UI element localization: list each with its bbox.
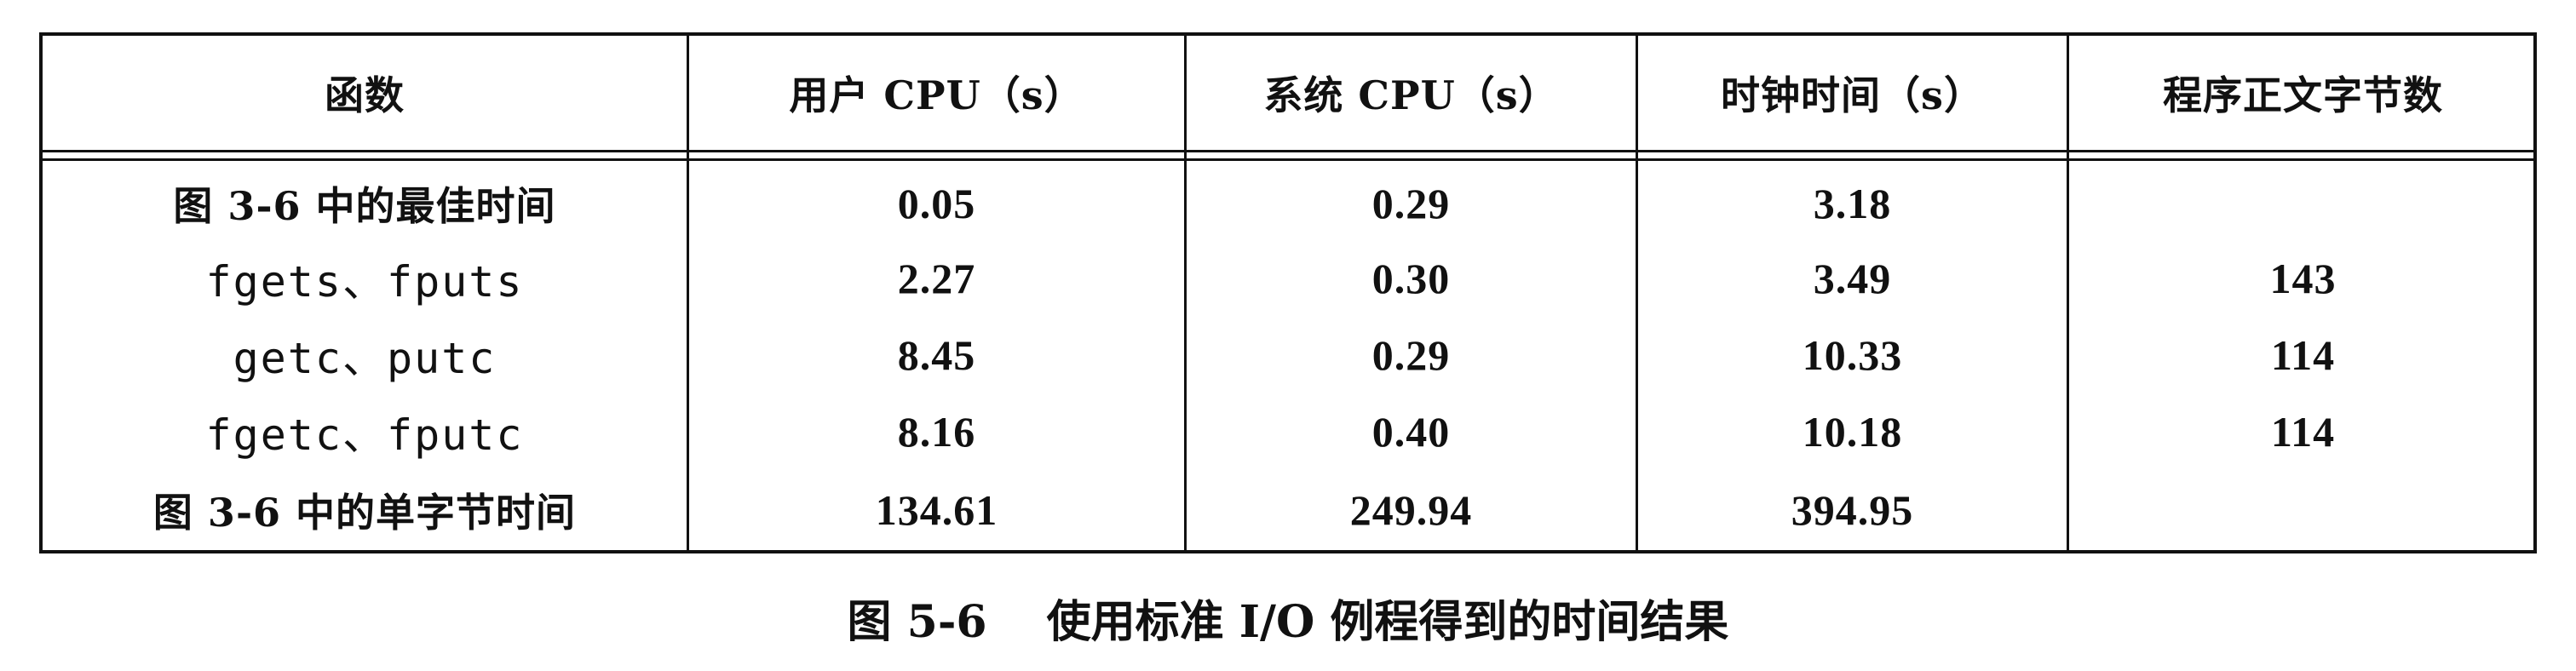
table-row-function: getc、putc — [233, 334, 497, 383]
table-row-system-cpu: 0.30 — [1371, 255, 1451, 302]
header-user-cpu: 用户 CPU（s） — [789, 72, 1084, 118]
table-row-user-cpu: 0.05 — [897, 180, 976, 227]
table-row-clock-time: 3.49 — [1813, 255, 1892, 302]
table-row-text-bytes — [2069, 167, 2537, 240]
table-row-text-bytes — [2069, 470, 2537, 550]
header-rule-bottom — [43, 158, 2533, 161]
header-clock-time: 时钟时间（s） — [1721, 72, 1984, 118]
figure-caption-text: 使用标准 I/O 例程得到的时间结果 — [1046, 595, 1729, 648]
table-row-clock-time: 10.33 — [1802, 331, 1903, 379]
table-row-system-cpu: 0.40 — [1371, 408, 1451, 456]
table-row-user-cpu: 8.45 — [897, 331, 976, 379]
figure-number: 图 5-6 — [847, 595, 987, 648]
table-row-clock-time: 10.18 — [1802, 408, 1903, 456]
table-row-text-bytes: 143 — [2269, 255, 2337, 302]
table-row-user-cpu: 2.27 — [897, 255, 976, 302]
table-row-system-cpu: 249.94 — [1349, 486, 1473, 534]
table-row-clock-time: 394.95 — [1791, 486, 1914, 534]
table-row-function: fgets、fputs — [205, 257, 524, 307]
table-row-function: 图 3-6 中的单字节时间 — [152, 490, 577, 536]
table-row-system-cpu: 0.29 — [1371, 331, 1451, 379]
table-row-user-cpu: 8.16 — [897, 408, 976, 456]
table-row-user-cpu: 134.61 — [875, 486, 998, 534]
table-row-clock-time: 3.18 — [1813, 180, 1892, 227]
table-row-system-cpu: 0.29 — [1371, 180, 1451, 227]
table-row-text-bytes: 114 — [2270, 331, 2336, 379]
timing-results-table: 函数 用户 CPU（s） 系统 CPU（s） 时钟时间（s） 程序正文字节数 图… — [39, 32, 2537, 553]
header-system-cpu: 系统 CPU（s） — [1263, 72, 1559, 118]
header-rule-top — [43, 150, 2533, 152]
figure-caption: 图 5-6 使用标准 I/O 例程得到的时间结果 — [0, 588, 2576, 648]
header-function: 函数 — [325, 72, 405, 118]
table-row-function: 图 3-6 中的最佳时间 — [173, 183, 556, 229]
table-row-function: fgetc、fputc — [205, 410, 524, 460]
table-row-text-bytes: 114 — [2270, 408, 2336, 456]
header-text-bytes: 程序正文字节数 — [2163, 72, 2443, 118]
